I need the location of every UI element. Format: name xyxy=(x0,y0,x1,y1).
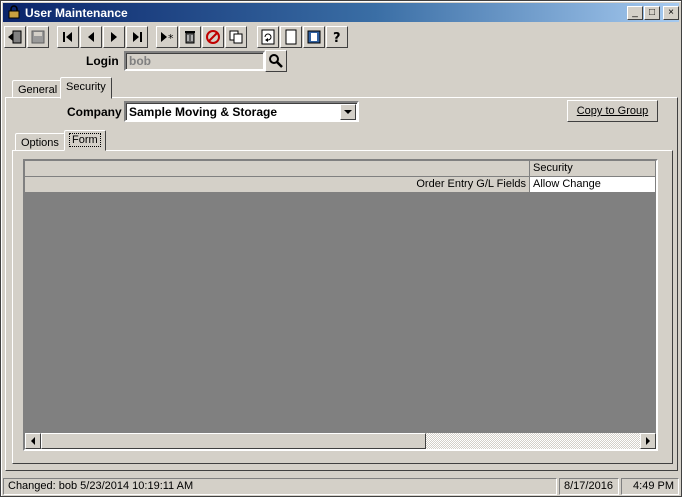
magnifier-icon xyxy=(269,54,283,68)
help-icon: ? xyxy=(333,31,341,45)
company-value: Sample Moving & Storage xyxy=(129,105,278,119)
grid-row-name[interactable]: Order Entry G/L Fields xyxy=(25,177,530,193)
copy-to-group-button[interactable]: Copy to Group xyxy=(567,100,658,122)
grid-row-security[interactable]: Allow Change xyxy=(530,177,656,193)
minimize-button[interactable]: _ xyxy=(627,6,643,20)
new-record-icon: * xyxy=(161,32,174,45)
horizontal-scrollbar[interactable] xyxy=(25,433,656,449)
previous-record-icon xyxy=(88,32,94,42)
help-button[interactable]: ? xyxy=(326,26,348,48)
next-record-icon xyxy=(111,32,117,42)
new-record-button[interactable]: * xyxy=(156,26,178,48)
cancel-button[interactable] xyxy=(202,26,224,48)
maximize-button[interactable]: □ xyxy=(644,6,660,20)
login-label: Login xyxy=(86,54,119,68)
save-icon xyxy=(31,30,45,44)
tab-options-label: Options xyxy=(21,137,59,149)
copy-icon xyxy=(229,30,243,44)
next-record-button[interactable] xyxy=(103,26,125,48)
security-grid[interactable]: Security Order Entry G/L Fields Allow Ch… xyxy=(23,159,658,451)
lock-icon xyxy=(8,5,20,19)
delete-button[interactable] xyxy=(179,26,201,48)
scroll-thumb[interactable] xyxy=(41,433,426,449)
first-record-button[interactable] xyxy=(57,26,79,48)
company-label: Company xyxy=(67,105,122,119)
tab-security-label: Security xyxy=(66,81,106,93)
tab-form-label: Form xyxy=(69,133,101,147)
status-changed: Changed: bob 5/23/2014 10:19:11 AM xyxy=(3,478,557,495)
grid-header-name xyxy=(25,161,530,177)
grid-header-security[interactable]: Security xyxy=(530,161,656,177)
exit-icon xyxy=(8,30,22,44)
chevron-down-icon xyxy=(344,110,352,114)
company-select[interactable]: Sample Moving & Storage xyxy=(124,101,359,122)
tab-general-label: General xyxy=(18,84,58,96)
notes-button[interactable] xyxy=(303,26,325,48)
tab-general[interactable]: General xyxy=(12,80,64,98)
trash-icon xyxy=(185,31,195,44)
cancel-icon xyxy=(206,30,220,44)
login-field[interactable]: bob xyxy=(124,51,265,71)
scroll-right-button[interactable] xyxy=(640,433,656,449)
last-record-button[interactable] xyxy=(126,26,148,48)
status-time: 4:49 PM xyxy=(621,478,679,495)
save-button[interactable] xyxy=(27,26,49,48)
last-record-icon xyxy=(133,32,142,42)
login-lookup-button[interactable] xyxy=(265,50,287,72)
exit-button[interactable] xyxy=(4,26,26,48)
copy-button[interactable] xyxy=(225,26,247,48)
window-title: User Maintenance xyxy=(25,6,128,20)
notes-icon xyxy=(307,30,321,44)
svg-text:*: * xyxy=(168,32,174,45)
refresh-icon xyxy=(261,29,275,45)
login-value: bob xyxy=(129,54,151,68)
blank-page-button[interactable] xyxy=(280,26,302,48)
tab-options[interactable]: Options xyxy=(15,133,65,151)
status-date: 8/17/2016 xyxy=(559,478,619,495)
company-dropdown-button[interactable] xyxy=(340,104,356,120)
title-bar[interactable]: User Maintenance _ □ × xyxy=(3,3,679,22)
refresh-button[interactable] xyxy=(257,26,279,48)
blank-page-icon xyxy=(285,29,297,45)
first-record-icon xyxy=(63,32,72,42)
close-button[interactable]: × xyxy=(663,6,679,20)
svg-text:?: ? xyxy=(333,31,341,45)
previous-record-button[interactable] xyxy=(80,26,102,48)
scroll-left-button[interactable] xyxy=(25,433,41,449)
arrow-left-icon xyxy=(31,437,35,445)
copy-to-group-label: Copy to Group xyxy=(576,105,649,117)
user-maintenance-window: User Maintenance _ □ × * ? Login bob Gen… xyxy=(0,0,682,497)
tab-security[interactable]: Security xyxy=(60,77,112,99)
arrow-right-icon xyxy=(646,437,650,445)
tab-form[interactable]: Form xyxy=(64,130,106,151)
